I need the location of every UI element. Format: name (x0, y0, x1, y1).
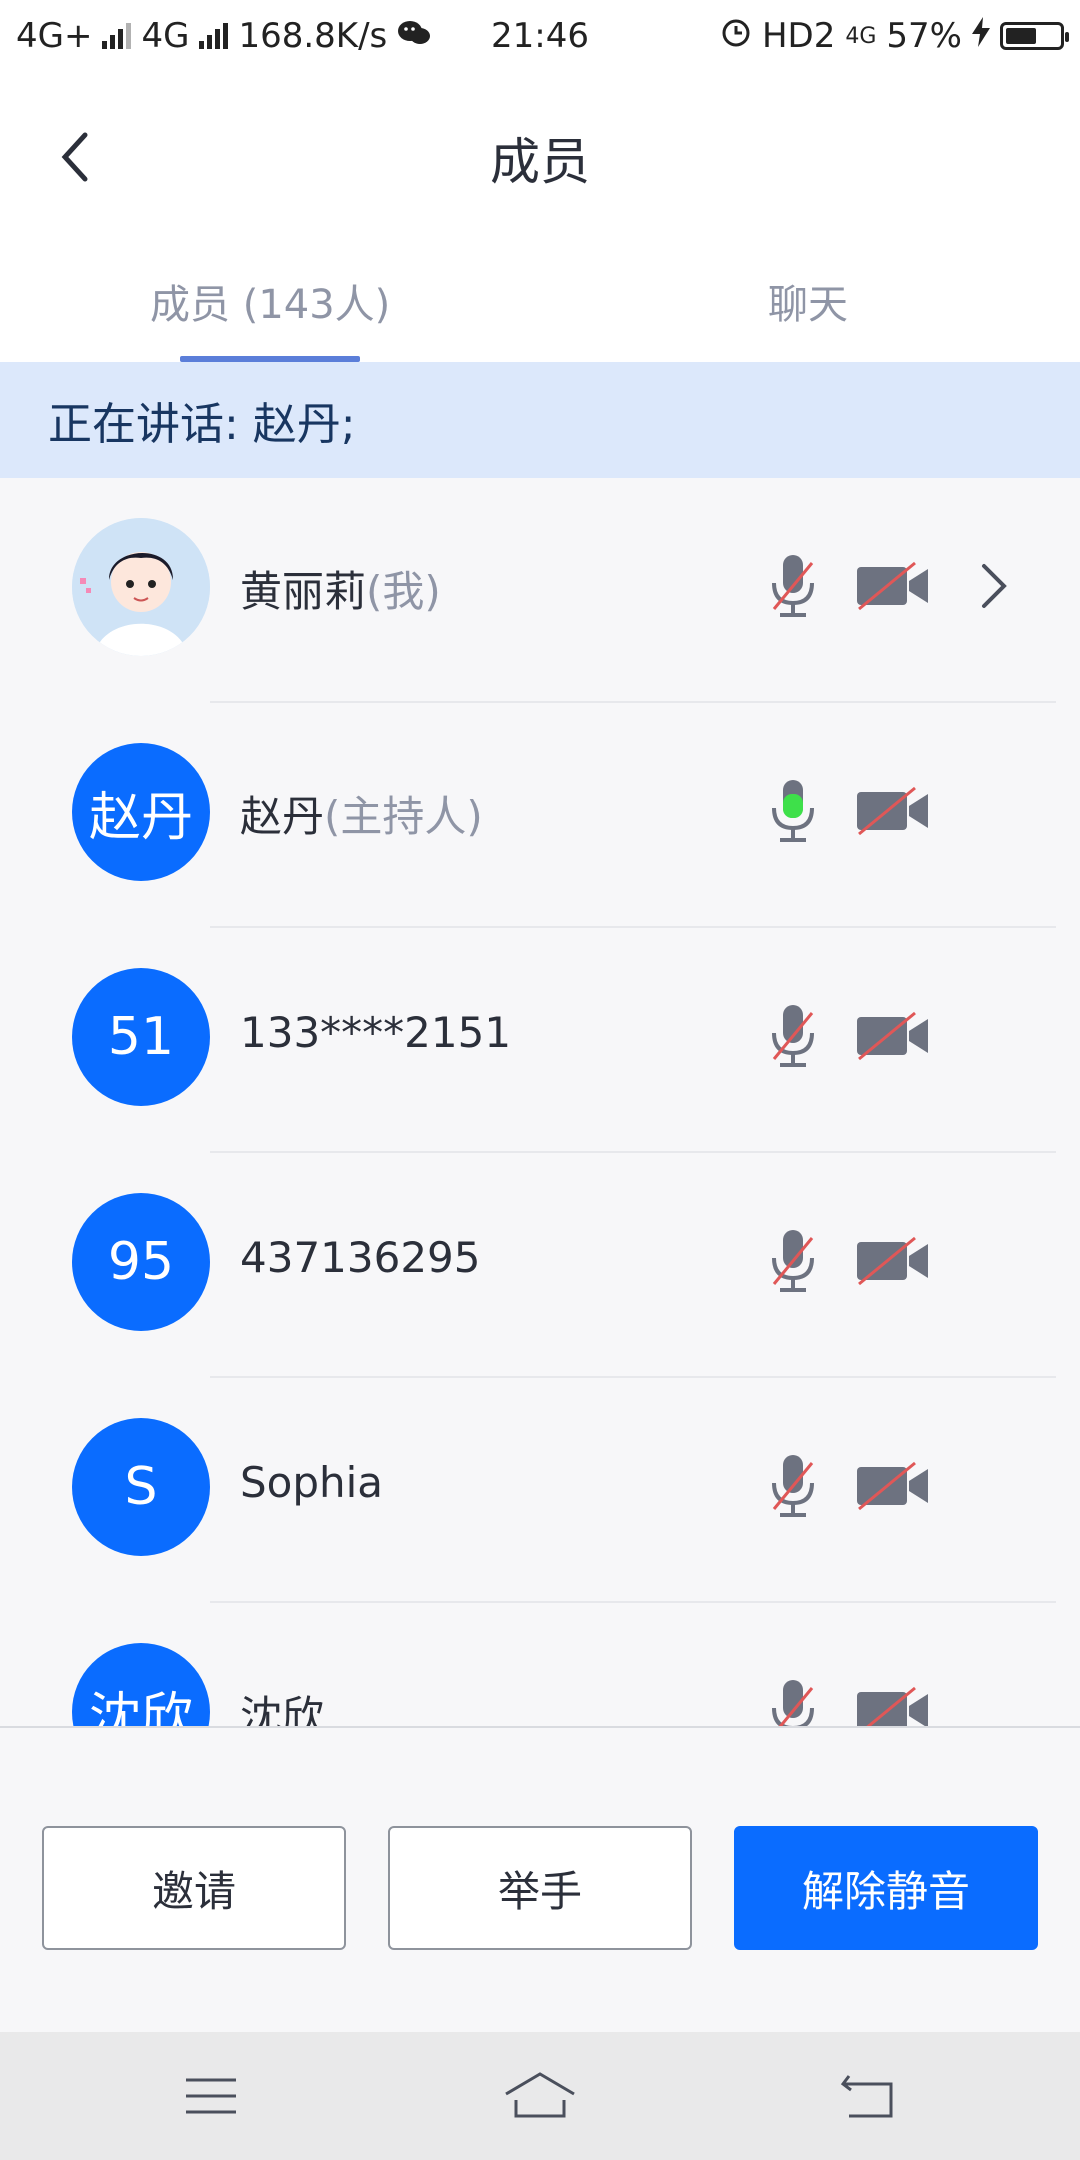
back-nav-button[interactable] (824, 2066, 914, 2126)
microphone-icon[interactable] (768, 1003, 818, 1069)
unmute-button[interactable]: 解除静音 (734, 1826, 1038, 1950)
member-name: 133****2151 (240, 1008, 511, 1057)
list-item[interactable]: S Sophia (0, 1378, 1080, 1603)
video-camera-icon[interactable] (855, 1236, 930, 1286)
tab-members[interactable]: 成员 (143人) (150, 272, 390, 330)
status-bar: 4G+ 4G 168.8K/s 21:46 HD2 4G 57% (0, 0, 1080, 72)
status-left: 4G+ 4G 168.8K/s (16, 16, 431, 56)
home-icon (505, 2072, 575, 2118)
avatar: 51 (72, 968, 210, 1106)
member-name-text: Sophia (240, 1458, 384, 1507)
microphone-icon[interactable] (768, 1228, 818, 1294)
microphone-icon[interactable] (768, 1453, 818, 1519)
microphone-icon[interactable] (768, 1678, 818, 1726)
video-camera-icon[interactable] (855, 561, 930, 611)
action-bar: 邀请 举手 解除静音 (0, 1726, 1080, 2034)
video-camera-icon[interactable] (855, 1011, 930, 1061)
video-camera-icon[interactable] (855, 786, 930, 836)
member-list: 黄丽莉(我) 赵丹 赵丹(主持人) 51 133****2151 95 4371… (0, 478, 1080, 1726)
member-name-text: 437136295 (240, 1233, 481, 1282)
network-type-3: 4G (845, 23, 877, 49)
video-camera-icon[interactable] (855, 1686, 930, 1726)
list-item[interactable]: 赵丹 赵丹(主持人) (0, 703, 1080, 928)
microphone-icon[interactable] (768, 553, 818, 619)
system-nav-bar (0, 2032, 1080, 2160)
home-button[interactable] (495, 2066, 585, 2126)
chevron-right-icon[interactable] (974, 560, 1014, 612)
network-type-2: 4G (141, 16, 190, 56)
wechat-icon (397, 16, 431, 56)
speaking-banner: 正在讲话: 赵丹; (0, 362, 1080, 478)
back-icon (840, 2075, 893, 2118)
app-header: 成员 (0, 72, 1080, 242)
member-name-text: 赵丹 (240, 792, 325, 841)
user-photo-icon (72, 518, 210, 656)
alarm-icon (720, 16, 752, 57)
member-name: 黄丽莉(我) (240, 558, 441, 619)
member-name-text: 黄丽莉 (240, 567, 367, 616)
avatar: 95 (72, 1193, 210, 1331)
hd-indicator: HD2 (761, 16, 836, 56)
member-name: 赵丹(主持人) (240, 783, 483, 844)
signal-icon-2 (199, 23, 229, 49)
network-speed: 168.8K/s (238, 16, 388, 56)
battery-icon (1000, 22, 1069, 50)
invite-button[interactable]: 邀请 (42, 1826, 346, 1950)
list-item[interactable]: 沈欣 沈欣 (0, 1603, 1080, 1726)
avatar (72, 518, 210, 656)
video-camera-icon[interactable] (855, 1461, 930, 1511)
tab-chat[interactable]: 聊天 (768, 272, 848, 330)
microphone-icon[interactable] (768, 778, 818, 844)
status-right: HD2 4G 57% (720, 16, 1069, 57)
network-type-1: 4G+ (16, 16, 93, 56)
list-item[interactable]: 51 133****2151 (0, 928, 1080, 1153)
list-item[interactable]: 黄丽莉(我) (0, 478, 1080, 703)
menu-button[interactable] (166, 2066, 256, 2126)
tab-bar: 成员 (143人) 聊天 (0, 242, 1080, 364)
signal-icon (102, 23, 132, 49)
battery-fill (1006, 28, 1036, 44)
member-name: Sophia (240, 1458, 383, 1507)
member-role: (主持人) (324, 792, 483, 841)
raise-hand-button[interactable]: 举手 (388, 1826, 692, 1950)
list-item[interactable]: 95 437136295 (0, 1153, 1080, 1378)
page-title: 成员 (490, 133, 590, 191)
avatar: 沈欣 (72, 1643, 210, 1726)
member-name-text: 沈欣 (240, 1692, 325, 1726)
avatar: S (72, 1418, 210, 1556)
battery-percent: 57% (886, 16, 962, 56)
menu-icon (186, 2078, 236, 2114)
charging-icon (972, 16, 990, 56)
member-name: 437136295 (240, 1233, 481, 1282)
member-name-text: 133****2151 (240, 1008, 512, 1057)
member-role: (我) (366, 567, 441, 616)
member-name: 沈欣 (240, 1683, 324, 1726)
avatar: 赵丹 (72, 743, 210, 881)
